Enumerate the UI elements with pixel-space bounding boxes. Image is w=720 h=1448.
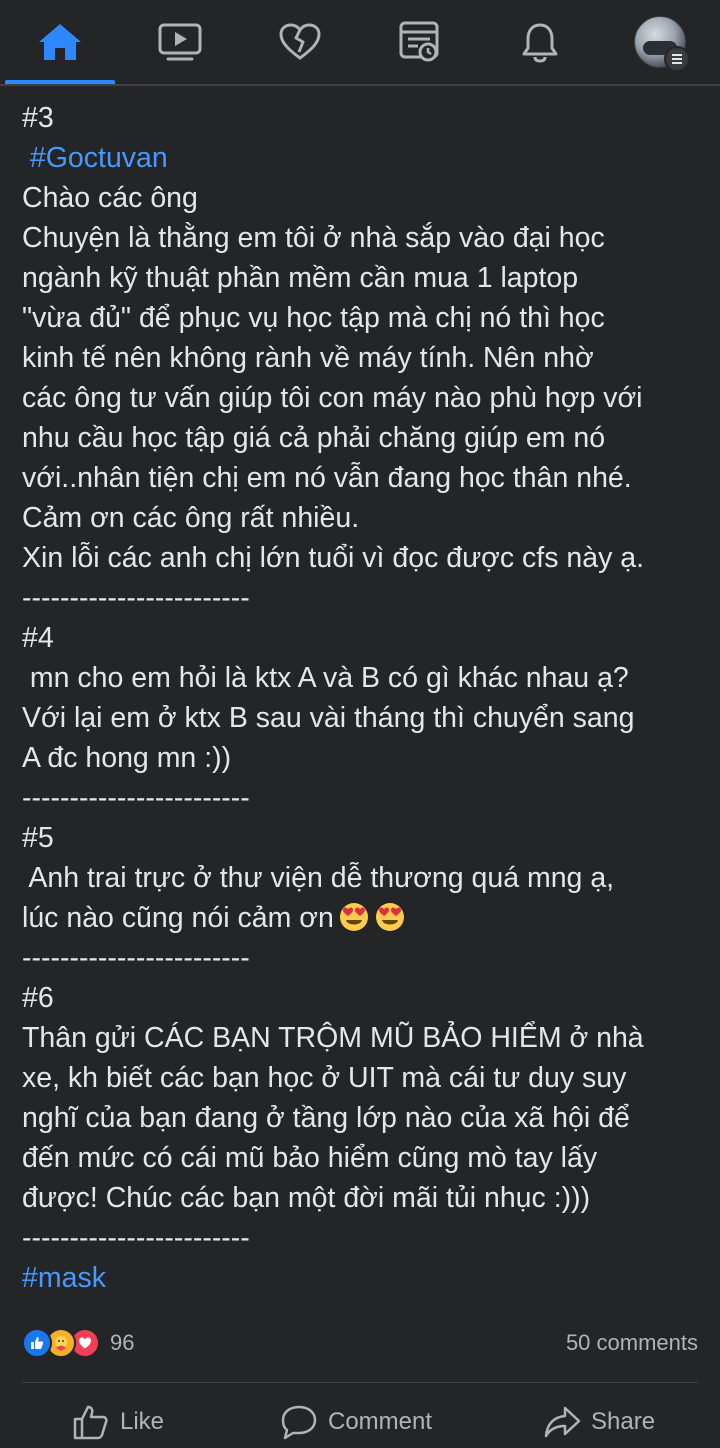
text-divider: ------------------------ (22, 938, 712, 978)
post-text-line: nghĩ của bạn đang ở tầng lớp nào của xã … (22, 1098, 712, 1138)
post-line-text: ------------------------ (22, 1222, 250, 1254)
post-line-text: lúc nào cũng nói cảm ơn (22, 902, 334, 934)
post-text-line: lúc nào cũng nói cảm ơn (22, 898, 712, 938)
post-text-line: "vừa đủ" để phục vụ học tập mà chị nó th… (22, 298, 712, 338)
like-button[interactable]: Like (72, 1396, 164, 1448)
post-text-line: Anh trai trực ở thư viện dễ thương quá m… (22, 858, 712, 898)
post-line-text: Anh trai trực ở thư viện dễ thương quá m… (22, 862, 615, 894)
text-divider: ------------------------ (22, 578, 712, 618)
post-text-line: được! Chúc các bạn một đời mãi tủi nhục … (22, 1178, 712, 1218)
comment-button[interactable]: Comment (280, 1396, 432, 1448)
comments-count-link[interactable]: 50 comments (566, 1326, 698, 1360)
post-text-line: #6 (22, 978, 712, 1018)
nav-tab-notifications[interactable] (480, 0, 600, 84)
nav-tab-watch[interactable] (120, 0, 240, 84)
post-text-line: xe, kh biết các bạn học ở UIT mà cái tư … (22, 1058, 712, 1098)
notifications-bell-icon (522, 23, 558, 63)
nav-tab-profile-menu[interactable] (600, 0, 720, 84)
post-text-line: kinh tế nên không rành về máy tính. Nên … (22, 338, 712, 378)
post-line-text: Chào các ông (22, 182, 198, 214)
post-line-text: ngành kỹ thuật phần mềm cần mua 1 laptop (22, 262, 579, 294)
post-text-line: Chào các ông (22, 178, 712, 218)
comment-button-label: Comment (328, 1408, 433, 1435)
heart-eyes-emoji-icon (339, 903, 368, 931)
post-line-text: xe, kh biết các bạn học ở UIT mà cái tư … (22, 1062, 627, 1094)
reaction-summary[interactable]: 96 (22, 1326, 134, 1360)
post-text-line: đến mức có cái mũ bảo hiểm cũng mò tay l… (22, 1138, 712, 1178)
watch-icon (158, 23, 202, 61)
post-text-line: Thân gửi CÁC BẠN TRỘM MŨ BẢO HIỂM ở nhà (22, 1018, 712, 1058)
post-text-line: #4 (22, 618, 712, 658)
post-text-line: Cảm ơn các ông rất nhiều. (22, 498, 712, 538)
reaction-count: 96 (110, 1330, 135, 1355)
post-text-line: Chuyện là thằng em tôi ở nhà sắp vào đại… (22, 218, 712, 258)
active-tab-indicator (5, 80, 115, 84)
post-line-text: "vừa đủ" để phục vụ học tập mà chị nó th… (22, 302, 605, 334)
post-line-text: nhu cầu học tập giá cả phải chăng giúp e… (22, 422, 606, 454)
hashtag-link: #mask (22, 1258, 712, 1298)
comment-bubble-icon (281, 1405, 317, 1440)
text-divider: ------------------------ (22, 1218, 712, 1258)
post-text-line: mn cho em hỏi là ktx A và B có gì khác n… (22, 658, 712, 698)
post-line-text: ------------------------ (22, 582, 250, 614)
share-button-label: Share (591, 1408, 656, 1435)
post-line-text: nghĩ của bạn đang ở tầng lớp nào của xã … (22, 1102, 630, 1134)
news-feed-icon (399, 21, 439, 62)
nav-tab-feeds[interactable] (360, 0, 480, 84)
post-line-text: Với lại em ở ktx B sau vài tháng thì chu… (22, 702, 635, 734)
post-line-text: #3 (22, 102, 54, 134)
post-line-text: với..nhân tiện chị em nó vẫn đang học th… (22, 462, 632, 494)
post-line-text: Xin lỗi các anh chị lớn tuổi vì đọc được… (22, 542, 645, 574)
post-actions-bar: Like Comment Share (0, 1396, 720, 1448)
thumbs-up-icon (73, 1405, 108, 1440)
post-text-line: Với lại em ở ktx B sau vài tháng thì chu… (22, 698, 712, 738)
top-navigation-bar (0, 0, 720, 86)
post-line-text: Chuyện là thằng em tôi ở nhà sắp vào đại… (22, 222, 605, 254)
post-text-line: các ông tư vấn giúp tôi con máy nào phù … (22, 378, 712, 418)
text-divider: ------------------------ (22, 778, 712, 818)
post-line-text: được! Chúc các bạn một đời mãi tủi nhục … (22, 1182, 591, 1214)
hashtag-text[interactable]: #mask (22, 1262, 106, 1294)
post-line-text: đến mức có cái mũ bảo hiểm cũng mò tay l… (22, 1142, 598, 1174)
post-text-line: #3 (22, 98, 712, 138)
nav-tab-home[interactable] (0, 0, 120, 84)
post-text-line: nhu cầu học tập giá cả phải chăng giúp e… (22, 418, 712, 458)
divider (22, 1382, 698, 1383)
post-line-text: ------------------------ (22, 942, 250, 974)
post-line-text: các ông tư vấn giúp tôi con máy nào phù … (22, 382, 643, 414)
nav-tab-dating[interactable] (240, 0, 360, 84)
dating-heart-icon (279, 23, 321, 60)
hashtag-link: #Goctuvan (22, 138, 712, 178)
post-line-text: #4 (22, 622, 54, 654)
post-line-text: #5 (22, 822, 54, 854)
post-line-text: Cảm ơn các ông rất nhiều. (22, 502, 360, 534)
post-line-text: A đc hong mn :)) (22, 742, 232, 774)
post-text-line: A đc hong mn :)) (22, 738, 712, 778)
share-button[interactable]: Share (543, 1396, 655, 1448)
post-text-line: ngành kỹ thuật phần mềm cần mua 1 laptop (22, 258, 712, 298)
heart-eyes-emoji-icon (375, 903, 404, 931)
post-line-text: mn cho em hỏi là ktx A và B có gì khác n… (22, 662, 629, 694)
post-body-text: #3 #Goctuvan Chào các ông Chuyện là thằng … (22, 98, 712, 1298)
hashtag-text[interactable]: #Goctuvan (22, 142, 168, 174)
share-arrow-icon (544, 1406, 581, 1438)
post-text-line: Xin lỗi các anh chị lớn tuổi vì đọc được… (22, 538, 712, 578)
post-text-line: #5 (22, 818, 712, 858)
post-line-text: kinh tế nên không rành về máy tính. Nên … (22, 342, 594, 374)
like-button-label: Like (120, 1408, 165, 1435)
home-icon (39, 24, 81, 60)
menu-icon (664, 46, 690, 72)
like-reaction-icon (22, 1328, 52, 1358)
post-text-line: với..nhân tiện chị em nó vẫn đang học th… (22, 458, 712, 498)
post-line-text: Thân gửi CÁC BẠN TRỘM MŨ BẢO HIỂM ở nhà (22, 1022, 644, 1054)
post-line-text: #6 (22, 982, 54, 1014)
post-line-text: ------------------------ (22, 782, 250, 814)
